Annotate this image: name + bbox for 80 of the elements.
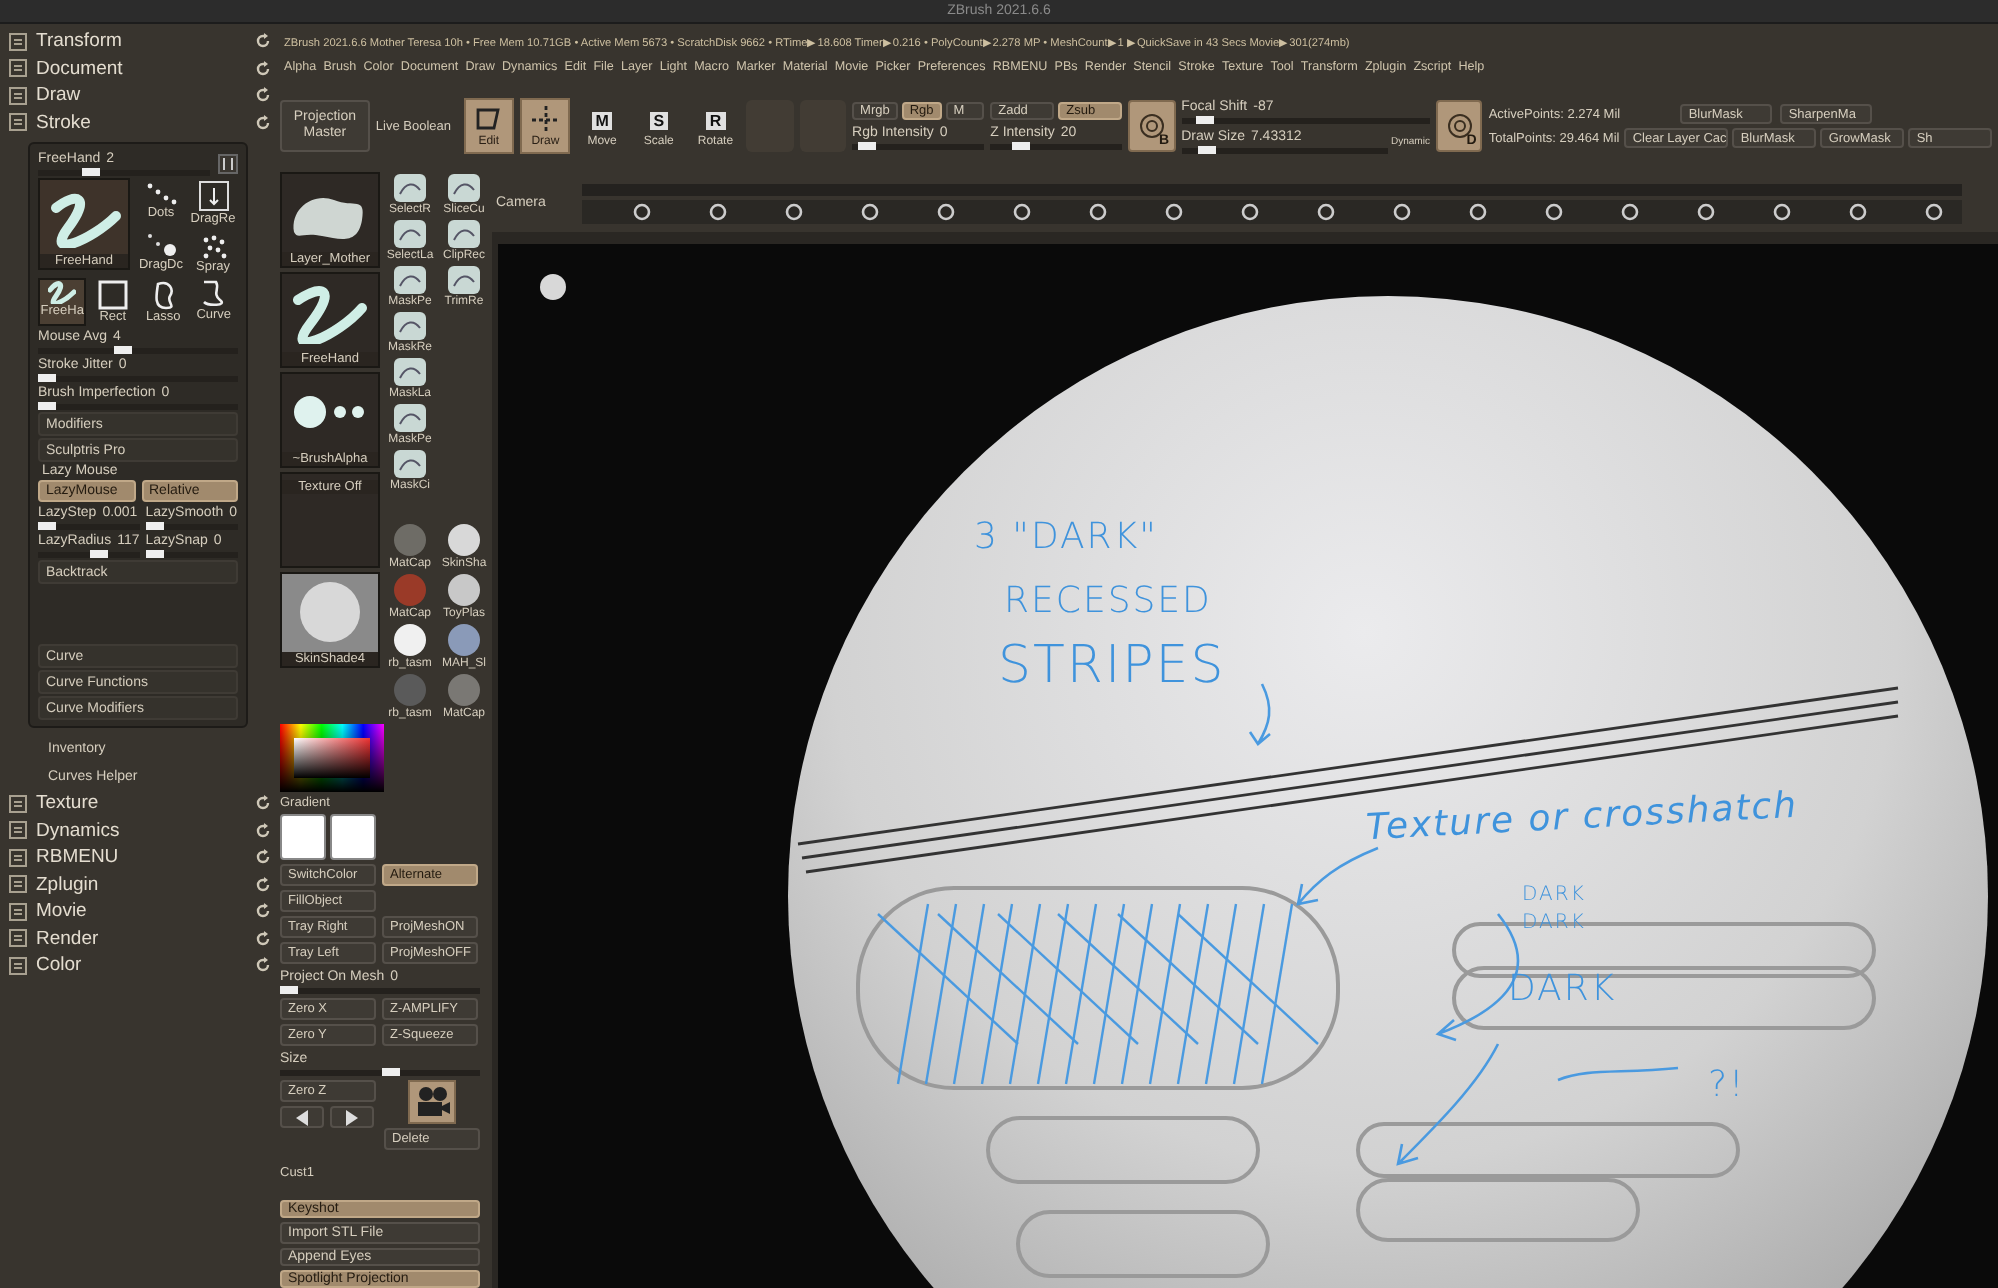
slider-thumb[interactable] bbox=[38, 522, 56, 530]
slider-thumb[interactable] bbox=[1195, 116, 1214, 124]
palette-icon bbox=[8, 112, 28, 133]
brush-icon bbox=[390, 402, 430, 434]
shortcut-badge: S bbox=[649, 111, 669, 129]
lasso-icon bbox=[153, 280, 174, 310]
palette-header[interactable]: Document bbox=[36, 57, 246, 80]
handwritten-note: Texture or crosshatch bbox=[1365, 784, 1800, 850]
palette-header[interactable]: RBMENU bbox=[36, 846, 246, 869]
brush-icon bbox=[390, 264, 430, 296]
main-color-swatch[interactable] bbox=[280, 814, 326, 860]
spray-dots-icon bbox=[199, 232, 227, 260]
brush-icon bbox=[444, 218, 484, 250]
palette-header[interactable]: Render bbox=[36, 927, 246, 950]
right-triangle-icon bbox=[344, 1109, 360, 1125]
palette-icon bbox=[8, 793, 28, 814]
palette-icon bbox=[8, 901, 28, 922]
palette-icon bbox=[8, 847, 28, 868]
movie-camera-icon bbox=[412, 1084, 452, 1120]
palette-icon bbox=[8, 820, 28, 841]
color-picker[interactable] bbox=[280, 724, 384, 792]
brush-icon bbox=[390, 172, 430, 204]
shortcut-badge: M bbox=[591, 111, 613, 129]
handwritten-note: DARK bbox=[1522, 912, 1586, 934]
secondary-color-swatch[interactable] bbox=[330, 814, 376, 860]
left-triangle-icon bbox=[294, 1109, 310, 1125]
slider-thumb[interactable] bbox=[145, 550, 164, 558]
slider-thumb[interactable] bbox=[382, 1068, 400, 1076]
palette-header[interactable]: Transform bbox=[36, 30, 246, 53]
target-icon bbox=[1137, 112, 1166, 140]
palette-icon bbox=[8, 955, 28, 976]
previous-button[interactable] bbox=[280, 1106, 324, 1128]
slider-thumb[interactable] bbox=[1198, 146, 1217, 154]
handwritten-note: ?! bbox=[1708, 1064, 1746, 1106]
brush-icon bbox=[444, 172, 484, 204]
palette-header[interactable]: Draw bbox=[36, 84, 246, 107]
squiggle-icon bbox=[48, 280, 77, 304]
brush-icon bbox=[390, 448, 430, 480]
handwritten-note: DARK bbox=[1508, 968, 1617, 1010]
slider-thumb[interactable] bbox=[857, 142, 876, 150]
curve-icon bbox=[202, 280, 225, 308]
brush-icon bbox=[444, 264, 484, 296]
handwritten-note: STRIPES bbox=[998, 636, 1226, 696]
square-icon bbox=[97, 280, 128, 310]
palette-icon bbox=[8, 85, 28, 106]
pause-icon bbox=[222, 157, 234, 169]
slider-thumb[interactable] bbox=[145, 522, 164, 530]
palette-header[interactable]: Dynamics bbox=[36, 819, 246, 842]
slider-thumb[interactable] bbox=[89, 550, 108, 558]
dots-icon bbox=[144, 180, 178, 206]
palette-header[interactable]: Stroke bbox=[36, 111, 246, 134]
handwritten-note: RECESSED bbox=[1004, 580, 1212, 622]
palette-icon bbox=[8, 31, 28, 52]
brush-icon bbox=[390, 356, 430, 388]
palette-header[interactable]: Movie bbox=[36, 900, 246, 923]
slider-thumb[interactable] bbox=[38, 374, 56, 382]
palette-icon bbox=[8, 58, 28, 79]
palette-header[interactable]: Zplugin bbox=[36, 873, 246, 896]
brush-icon bbox=[390, 310, 430, 342]
crosshair-icon bbox=[529, 104, 562, 136]
palette-icon bbox=[8, 928, 28, 949]
slider-thumb[interactable] bbox=[81, 168, 100, 176]
slider-thumb[interactable] bbox=[1012, 142, 1031, 150]
camera-button[interactable] bbox=[408, 1080, 456, 1124]
slider-thumb[interactable] bbox=[38, 402, 56, 410]
palette-header[interactable]: Color bbox=[36, 954, 246, 977]
palette-header[interactable]: Texture bbox=[36, 792, 246, 815]
shortcut-badge: R bbox=[705, 111, 726, 129]
close-button[interactable] bbox=[218, 153, 238, 173]
handwritten-note: 3 "DARK" bbox=[974, 516, 1158, 558]
brush-icon bbox=[390, 218, 430, 250]
slider-thumb[interactable] bbox=[114, 346, 133, 354]
handwritten-note: DARK bbox=[1522, 884, 1586, 906]
slider-thumb[interactable] bbox=[280, 986, 298, 994]
palette-icon bbox=[8, 874, 28, 895]
next-button[interactable] bbox=[330, 1106, 374, 1128]
dot-trail-icon bbox=[145, 232, 177, 258]
circle-icon[interactable] bbox=[540, 274, 566, 300]
target-icon bbox=[1445, 112, 1474, 140]
drag-rect-icon bbox=[197, 180, 229, 212]
